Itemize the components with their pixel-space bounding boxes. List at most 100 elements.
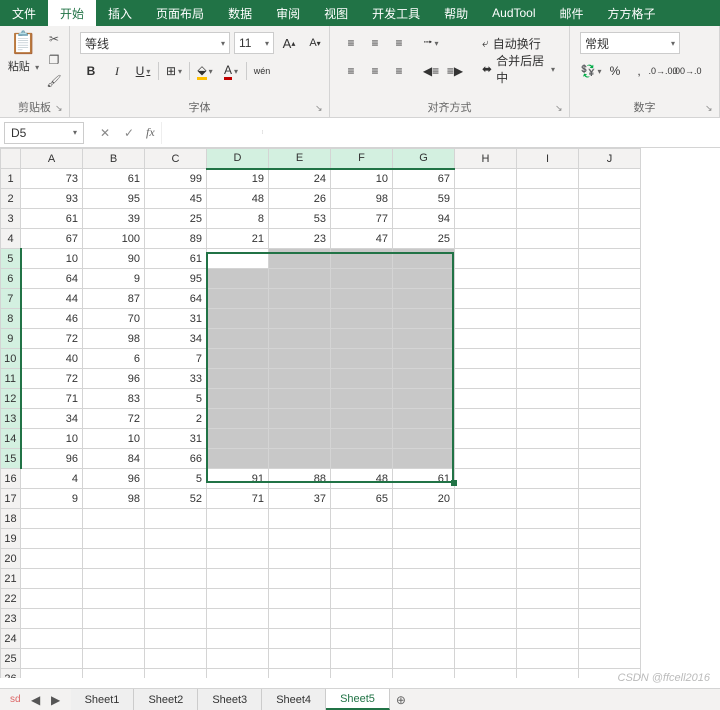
cell-F9[interactable]	[331, 329, 393, 349]
cell-E4[interactable]: 23	[269, 229, 331, 249]
cell-I9[interactable]	[517, 329, 579, 349]
cell-I5[interactable]	[517, 249, 579, 269]
cell-C8[interactable]: 31	[145, 309, 207, 329]
cell-A10[interactable]: 40	[21, 349, 83, 369]
cell-B22[interactable]	[83, 589, 145, 609]
cell-F11[interactable]	[331, 369, 393, 389]
cell-J1[interactable]	[579, 169, 641, 189]
cell-J15[interactable]	[579, 449, 641, 469]
cell-C7[interactable]: 64	[145, 289, 207, 309]
cell-C1[interactable]: 99	[145, 169, 207, 189]
column-header-H[interactable]: H	[455, 149, 517, 169]
font-size-select[interactable]: 11 ▾	[234, 32, 274, 54]
cell-A8[interactable]: 46	[21, 309, 83, 329]
tab-插入[interactable]: 插入	[96, 0, 144, 26]
cell-I3[interactable]	[517, 209, 579, 229]
cell-I19[interactable]	[517, 529, 579, 549]
cell-D22[interactable]	[207, 589, 269, 609]
cell-I8[interactable]	[517, 309, 579, 329]
cell-A20[interactable]	[21, 549, 83, 569]
cell-D6[interactable]	[207, 269, 269, 289]
cancel-edit-button[interactable]: ✕	[94, 122, 116, 144]
row-header-25[interactable]: 25	[1, 649, 21, 669]
cell-G22[interactable]	[393, 589, 455, 609]
decrease-font-button[interactable]: A▾	[304, 32, 326, 54]
row-header-3[interactable]: 3	[1, 209, 21, 229]
cell-E23[interactable]	[269, 609, 331, 629]
cell-H11[interactable]	[455, 369, 517, 389]
cell-G11[interactable]	[393, 369, 455, 389]
cell-C25[interactable]	[145, 649, 207, 669]
tab-邮件[interactable]: 邮件	[548, 0, 596, 26]
cell-I15[interactable]	[517, 449, 579, 469]
cell-E24[interactable]	[269, 629, 331, 649]
accounting-format-button[interactable]: 💱▾	[580, 60, 602, 82]
cell-D26[interactable]	[207, 669, 269, 679]
increase-decimal-button[interactable]: .0→.00	[652, 60, 674, 82]
wrap-text-button[interactable]: ⤶ 自动换行	[478, 32, 559, 54]
tab-页面布局[interactable]: 页面布局	[144, 0, 216, 26]
row-header-17[interactable]: 17	[1, 489, 21, 509]
cell-B8[interactable]: 70	[83, 309, 145, 329]
fill-handle[interactable]	[451, 480, 457, 486]
cell-D12[interactable]	[207, 389, 269, 409]
cell-J5[interactable]	[579, 249, 641, 269]
cell-C21[interactable]	[145, 569, 207, 589]
cell-D15[interactable]	[207, 449, 269, 469]
cell-A24[interactable]	[21, 629, 83, 649]
cell-H12[interactable]	[455, 389, 517, 409]
cell-G5[interactable]	[393, 249, 455, 269]
cell-B11[interactable]: 96	[83, 369, 145, 389]
cell-F18[interactable]	[331, 509, 393, 529]
cell-E3[interactable]: 53	[269, 209, 331, 229]
cell-A2[interactable]: 93	[21, 189, 83, 209]
cell-J24[interactable]	[579, 629, 641, 649]
cell-H13[interactable]	[455, 409, 517, 429]
cell-H26[interactable]	[455, 669, 517, 679]
cell-I25[interactable]	[517, 649, 579, 669]
cell-A7[interactable]: 44	[21, 289, 83, 309]
cell-H6[interactable]	[455, 269, 517, 289]
merge-center-button[interactable]: ⬌ 合并后居中 ▾	[478, 58, 559, 80]
cell-D16[interactable]: 91	[207, 469, 269, 489]
column-header-C[interactable]: C	[145, 149, 207, 169]
orientation-button[interactable]: ⭬▾	[420, 32, 442, 54]
row-header-5[interactable]: 5	[1, 249, 21, 269]
cell-D8[interactable]	[207, 309, 269, 329]
cell-F8[interactable]	[331, 309, 393, 329]
cell-D17[interactable]: 71	[207, 489, 269, 509]
cell-J14[interactable]	[579, 429, 641, 449]
cell-J4[interactable]	[579, 229, 641, 249]
column-header-I[interactable]: I	[517, 149, 579, 169]
sheet-tab-Sheet4[interactable]: Sheet4	[262, 689, 326, 710]
sheet-tab-Sheet5[interactable]: Sheet5	[326, 689, 390, 710]
cell-G19[interactable]	[393, 529, 455, 549]
cell-H19[interactable]	[455, 529, 517, 549]
phonetic-button[interactable]: wén	[251, 60, 273, 82]
cell-B24[interactable]	[83, 629, 145, 649]
cell-H24[interactable]	[455, 629, 517, 649]
select-all-corner[interactable]	[1, 149, 21, 169]
paste-button[interactable]: 📋 粘贴 ▾	[6, 30, 41, 74]
cell-A3[interactable]: 61	[21, 209, 83, 229]
cell-G4[interactable]: 25	[393, 229, 455, 249]
cell-J9[interactable]	[579, 329, 641, 349]
row-header-24[interactable]: 24	[1, 629, 21, 649]
sheet-nav-prev[interactable]: ◀	[27, 691, 45, 709]
cell-B9[interactable]: 98	[83, 329, 145, 349]
cell-D5[interactable]	[207, 249, 269, 269]
row-header-16[interactable]: 16	[1, 469, 21, 489]
align-middle-button[interactable]: ≡	[364, 32, 386, 54]
cell-J13[interactable]	[579, 409, 641, 429]
cell-G14[interactable]	[393, 429, 455, 449]
cell-E22[interactable]	[269, 589, 331, 609]
cell-G26[interactable]	[393, 669, 455, 679]
row-header-7[interactable]: 7	[1, 289, 21, 309]
cell-F20[interactable]	[331, 549, 393, 569]
cell-I11[interactable]	[517, 369, 579, 389]
column-header-J[interactable]: J	[579, 149, 641, 169]
cell-I1[interactable]	[517, 169, 579, 189]
cell-F5[interactable]	[331, 249, 393, 269]
row-header-12[interactable]: 12	[1, 389, 21, 409]
cell-C16[interactable]: 5	[145, 469, 207, 489]
